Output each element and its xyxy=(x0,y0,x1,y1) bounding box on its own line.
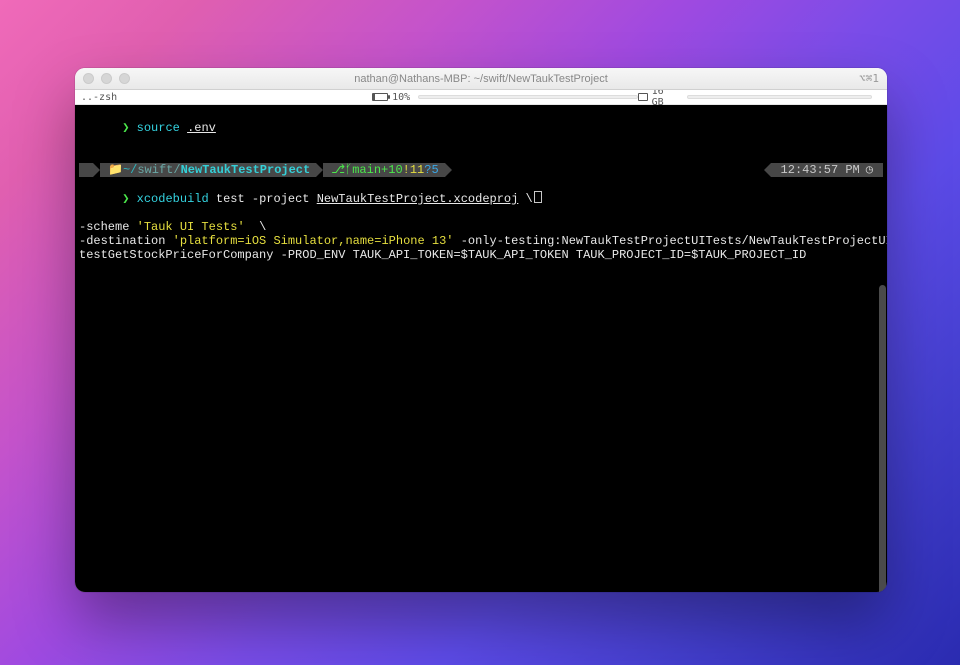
prompt-status-row: 📁 ~/swift/NewTaukTestProject ⎇ ᚶ main +1… xyxy=(75,163,887,177)
apple-segment xyxy=(79,163,93,177)
terminal-window: nathan@Nathans-MBP: ~/swift/NewTaukTestP… xyxy=(75,68,887,592)
terminal-line: ❯ source .env xyxy=(75,105,887,149)
git-icon: ⎇ xyxy=(331,163,345,177)
terminal-line: testGetStockPriceForCompany -PROD_ENV TA… xyxy=(75,248,887,262)
clock-icon: ◷ xyxy=(866,163,873,177)
git-untracked: ?5 xyxy=(424,163,438,177)
ram-icon xyxy=(638,93,647,101)
battery-bar xyxy=(418,95,638,99)
cmd-destination-value: 'platform=iOS Simulator,name=iPhone 13' xyxy=(173,234,454,248)
git-segment: ⎇ ᚶ main +10 !11 ?5 xyxy=(323,163,444,177)
branch-icon: ᚶ xyxy=(345,163,352,177)
window-title: nathan@Nathans-MBP: ~/swift/NewTaukTestP… xyxy=(75,73,887,85)
prompt-time: 12:43:57 PM xyxy=(781,163,860,177)
ram-bar xyxy=(687,95,872,99)
cmd-binary: xcodebuild xyxy=(137,192,209,206)
git-ahead: +10 xyxy=(381,163,403,177)
battery-icon xyxy=(372,93,388,101)
cmd-scheme-value: 'Tauk UI Tests' xyxy=(137,220,245,234)
cmd-source: source xyxy=(137,121,180,135)
terminal-body[interactable]: ❯ source .env 📁 ~/swift/NewTaukTestProje… xyxy=(75,105,887,592)
terminal-line: ❯ xcodebuild test -project NewTaukTestPr… xyxy=(75,177,887,220)
terminal-line: -scheme 'Tauk UI Tests' \ xyxy=(75,220,887,234)
git-modified: !11 xyxy=(403,163,425,177)
terminal-scrollbar[interactable] xyxy=(879,285,886,592)
battery-percent: 10% xyxy=(392,92,410,103)
cursor-box xyxy=(534,191,542,203)
cmd-project-arg: NewTaukTestProject.xcodeproj xyxy=(317,192,519,206)
shell-tab-label[interactable]: ..-zsh xyxy=(81,92,117,103)
git-branch: main xyxy=(352,163,381,177)
cmd-source-arg: .env xyxy=(187,121,216,135)
cwd-segment: 📁 ~/swift/NewTaukTestProject xyxy=(100,163,316,177)
window-titlebar: nathan@Nathans-MBP: ~/swift/NewTaukTestP… xyxy=(75,68,887,90)
terminal-info-strip: ..-zsh 10% 16 GB xyxy=(75,90,887,105)
time-segment: 12:43:57 PM ◷ xyxy=(771,163,883,177)
battery-indicator: 10% xyxy=(372,92,638,103)
terminal-line: -destination 'platform=iOS Simulator,nam… xyxy=(75,234,887,248)
